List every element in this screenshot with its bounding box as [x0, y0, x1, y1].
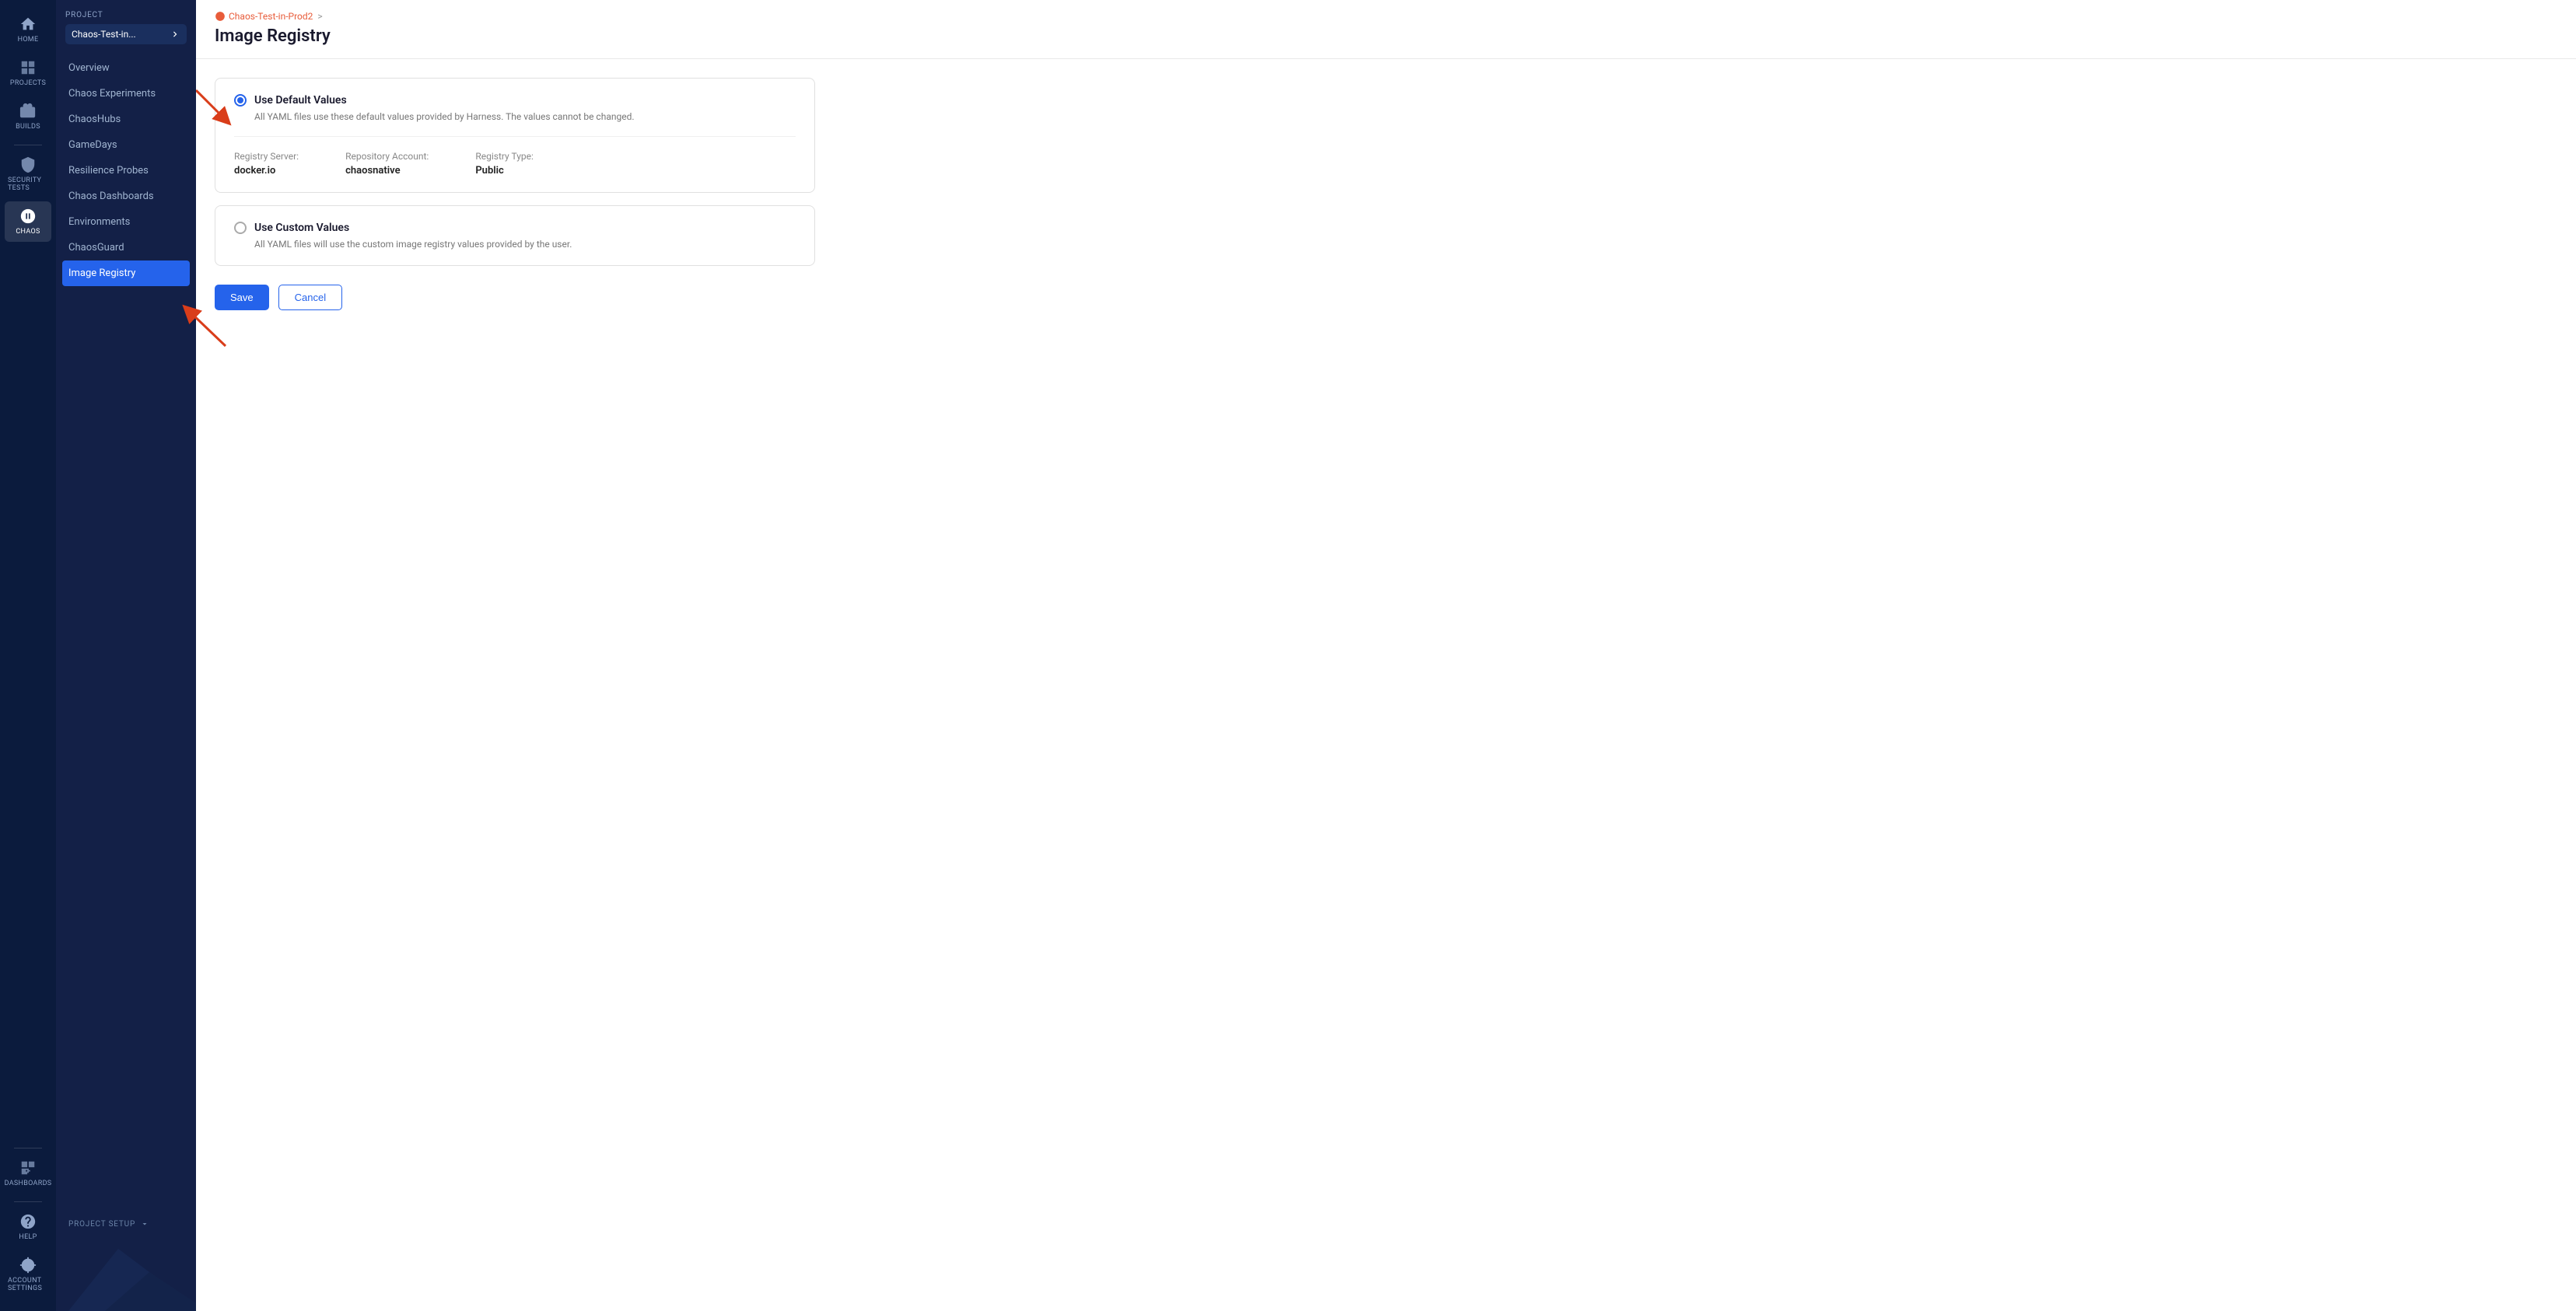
registry-type-field: Registry Type: Public	[475, 151, 534, 177]
use-default-desc: All YAML files use these default values …	[254, 111, 796, 122]
sidebar-item-chaosguard-label: ChaosGuard	[68, 242, 124, 253]
account-settings-icon	[19, 1257, 37, 1274]
sidebar: Project Chaos-Test-in... Overview Chaos …	[56, 0, 196, 1311]
project-setup-label: PROJECT SETUP	[68, 1220, 135, 1229]
sidebar-item-resilience-probes[interactable]: Resilience Probes	[56, 158, 196, 184]
sidebar-item-resilience-probes-label: Resilience Probes	[68, 165, 149, 177]
nav-help-label: Help	[19, 1233, 37, 1241]
security-icon	[19, 156, 37, 173]
nav-divider-3	[14, 1201, 42, 1202]
nav-security-label: Security Tests	[8, 177, 48, 192]
main-content: Chaos-Test-in-Prod2 > Image Registry Use…	[196, 0, 2576, 1311]
registry-type-value: Public	[475, 165, 534, 177]
chaos-icon	[19, 208, 37, 225]
registry-info: Registry Server: docker.io Repository Ac…	[234, 136, 796, 177]
breadcrumb-separator: >	[317, 11, 322, 22]
registry-server-label: Registry Server:	[234, 151, 299, 162]
icon-nav: Home Projects Builds Security Tests Chao…	[0, 0, 56, 1311]
use-custom-desc: All YAML files will use the custom image…	[254, 239, 796, 250]
nav-account-settings-label: Account Settings	[8, 1277, 48, 1292]
sidebar-item-gamedays-label: GameDays	[68, 139, 117, 151]
repository-account-field: Repository Account: chaosnative	[345, 151, 429, 177]
sidebar-item-chaos-experiments[interactable]: Chaos Experiments	[56, 81, 196, 107]
sidebar-item-overview-label: Overview	[68, 62, 110, 74]
registry-server-value: docker.io	[234, 165, 299, 177]
home-icon	[19, 16, 37, 33]
nav-home-label: Home	[18, 36, 39, 44]
nav-projects[interactable]: Projects	[5, 53, 51, 93]
content-area: Use Default Values All YAML files use th…	[196, 59, 834, 348]
sidebar-item-chaos-hubs-label: ChaosHubs	[68, 114, 121, 125]
sidebar-item-gamedays[interactable]: GameDays	[56, 132, 196, 158]
chevron-down-icon	[140, 1219, 149, 1229]
breadcrumb-chaos-icon	[215, 11, 226, 22]
breadcrumb: Chaos-Test-in-Prod2 >	[196, 0, 2576, 22]
save-button[interactable]: Save	[215, 285, 269, 310]
repository-account-label: Repository Account:	[345, 151, 429, 162]
projects-icon	[19, 59, 37, 76]
project-section: Project Chaos-Test-in...	[56, 0, 196, 52]
nav-dashboards-label: Dashboards	[5, 1180, 52, 1187]
nav-builds-label: Builds	[16, 123, 40, 131]
sidebar-decoration	[56, 1233, 196, 1311]
use-default-radio[interactable]	[234, 94, 247, 107]
sidebar-item-chaosguard[interactable]: ChaosGuard	[56, 235, 196, 260]
nav-builds[interactable]: Builds	[5, 96, 51, 137]
chevron-right-icon	[170, 29, 180, 40]
sidebar-item-chaos-experiments-label: Chaos Experiments	[68, 88, 156, 100]
help-icon	[19, 1213, 37, 1230]
action-buttons: Save Cancel	[215, 278, 815, 329]
nav-account-settings[interactable]: Account Settings	[5, 1250, 51, 1299]
breadcrumb-project-name: Chaos-Test-in-Prod2	[229, 11, 313, 22]
use-custom-title: Use Custom Values	[254, 222, 349, 234]
cancel-button[interactable]: Cancel	[278, 285, 342, 310]
nav-home[interactable]: Home	[5, 9, 51, 50]
project-name: Chaos-Test-in...	[72, 29, 166, 40]
nav-help[interactable]: Help	[5, 1207, 51, 1247]
sidebar-spacer	[56, 289, 196, 1211]
nav-security-tests[interactable]: Security Tests	[5, 150, 51, 198]
sidebar-item-environments-label: Environments	[68, 216, 130, 228]
use-default-card: Use Default Values All YAML files use th…	[215, 78, 815, 193]
sidebar-item-chaos-dashboards-label: Chaos Dashboards	[68, 191, 154, 202]
builds-icon	[19, 103, 37, 120]
project-setup-section[interactable]: PROJECT SETUP	[56, 1211, 196, 1233]
sidebar-item-image-registry-label: Image Registry	[68, 267, 135, 279]
use-custom-card: Use Custom Values All YAML files will us…	[215, 205, 815, 266]
registry-server-field: Registry Server: docker.io	[234, 151, 299, 177]
nav-projects-label: Projects	[10, 79, 46, 87]
sidebar-item-chaos-dashboards[interactable]: Chaos Dashboards	[56, 184, 196, 209]
use-custom-radio[interactable]	[234, 222, 247, 234]
sidebar-item-image-registry[interactable]: Image Registry	[62, 260, 190, 286]
nav-chaos-label: Chaos	[16, 228, 40, 236]
sidebar-item-chaos-hubs[interactable]: ChaosHubs	[56, 107, 196, 132]
use-default-title: Use Default Values	[254, 94, 347, 107]
nav-dashboards[interactable]: Dashboards	[5, 1153, 51, 1194]
use-custom-header: Use Custom Values	[234, 222, 796, 234]
sidebar-item-environments[interactable]: Environments	[56, 209, 196, 235]
project-label: Project	[65, 11, 187, 19]
breadcrumb-project-link[interactable]: Chaos-Test-in-Prod2	[215, 11, 313, 22]
registry-type-label: Registry Type:	[475, 151, 534, 162]
sidebar-item-overview[interactable]: Overview	[56, 55, 196, 81]
red-arrow-1	[196, 86, 235, 129]
nav-chaos[interactable]: Chaos	[5, 201, 51, 242]
repository-account-value: chaosnative	[345, 165, 429, 177]
dashboards-icon	[19, 1159, 37, 1176]
use-default-header: Use Default Values	[234, 94, 796, 107]
page-title: Image Registry	[196, 22, 2576, 59]
project-selector[interactable]: Chaos-Test-in...	[65, 24, 187, 44]
